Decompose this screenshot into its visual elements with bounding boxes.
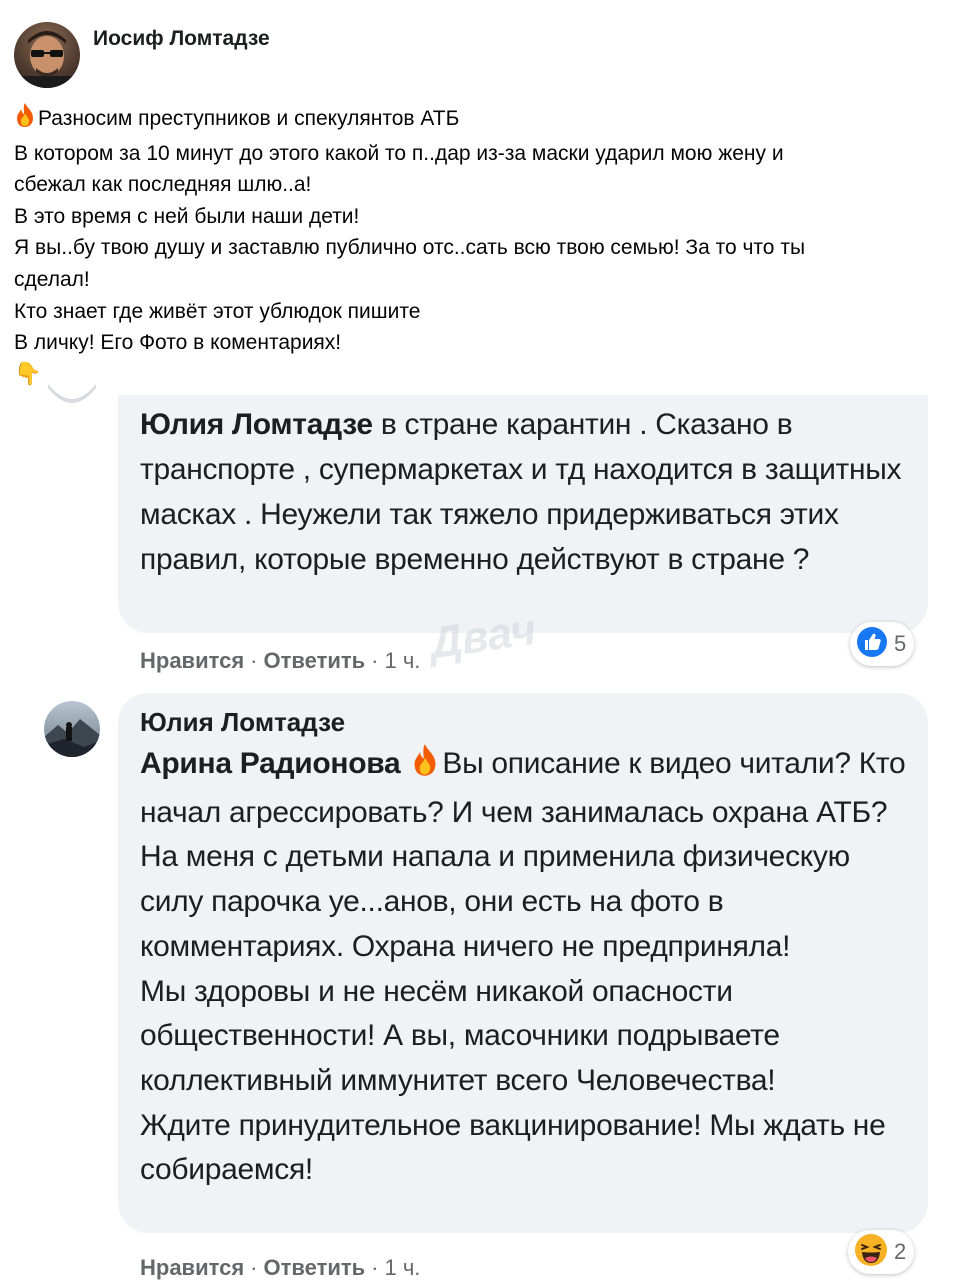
separator-dot: · bbox=[250, 1255, 258, 1280]
comment-text: Юлия Ломтадзе в стране карантин . Сказан… bbox=[140, 402, 920, 582]
mention-link[interactable]: Юлия Ломтадзе bbox=[140, 408, 373, 441]
comment-paragraph: Арина Радионова Вы описание к видео чита… bbox=[140, 742, 910, 970]
post-header: Иосиф Ломтадзе bbox=[14, 22, 270, 88]
reply-button[interactable]: Ответить bbox=[264, 1255, 366, 1280]
separator-dot: · bbox=[371, 648, 379, 673]
post-line-6: сделал! bbox=[14, 267, 90, 291]
reaction-summary[interactable]: 5 bbox=[850, 622, 915, 666]
comment-timestamp[interactable]: 1 ч. bbox=[385, 1255, 421, 1280]
commenter-avatar[interactable] bbox=[44, 701, 100, 757]
comment-actions: Нравится · Ответить · 1 ч. bbox=[140, 1255, 420, 1281]
post-line-8: В личку! Его Фото в коментариях! bbox=[14, 331, 342, 355]
comment-paragraph: Ждите принудительное вакцинирование! Мы … bbox=[140, 1108, 886, 1187]
fire-icon bbox=[410, 743, 440, 791]
like-icon bbox=[856, 626, 888, 663]
laughing-icon bbox=[854, 1233, 888, 1272]
like-button[interactable]: Нравится bbox=[140, 1255, 244, 1280]
comment-author-name[interactable]: Юлия Ломтадзе bbox=[140, 707, 345, 738]
reaction-summary[interactable]: 2 bbox=[848, 1230, 915, 1274]
author-avatar[interactable] bbox=[14, 22, 80, 88]
commenter-avatar[interactable] bbox=[46, 384, 98, 410]
like-button[interactable]: Нравится bbox=[140, 648, 244, 673]
reaction-count: 5 bbox=[894, 631, 907, 656]
mention-link[interactable]: Арина Радионова bbox=[140, 747, 401, 780]
post-line-5: Я вы..бу твою душу и заставлю публично о… bbox=[14, 236, 806, 260]
reply-button[interactable]: Ответить bbox=[264, 648, 366, 673]
comment-actions: Нравится · Ответить · 1 ч. bbox=[140, 648, 420, 674]
post-text: Разносим преступников и спекулянтов АТБ … bbox=[14, 102, 944, 387]
post-line-text: Разносим преступников и спекулянтов АТБ bbox=[38, 107, 460, 130]
comment-paragraph: Мы здоровы и не несём никакой опасности … bbox=[140, 974, 780, 1097]
post-line-3: сбежал как последняя шлю..а! bbox=[14, 173, 312, 197]
post-line-1: Разносим преступников и спекулянтов АТБ bbox=[14, 102, 944, 138]
fire-icon bbox=[14, 102, 36, 138]
separator-dot: · bbox=[250, 648, 258, 673]
comment-text: Арина Радионова Вы описание к видео чита… bbox=[140, 742, 910, 1193]
post-line-2: В котором за 10 минут до этого какой то … bbox=[14, 141, 784, 165]
post-line-4: В это время с ней были наши дети! bbox=[14, 204, 360, 228]
separator-dot: · bbox=[371, 1255, 379, 1280]
reaction-count: 2 bbox=[894, 1239, 907, 1264]
post-author-name[interactable]: Иосиф Ломтадзе bbox=[93, 27, 270, 51]
pointing-down-icon: 👇 bbox=[14, 360, 42, 386]
post-line-7: Кто знает где живёт этот ублюдок пишите bbox=[14, 299, 421, 323]
comment-timestamp[interactable]: 1 ч. bbox=[385, 648, 421, 673]
